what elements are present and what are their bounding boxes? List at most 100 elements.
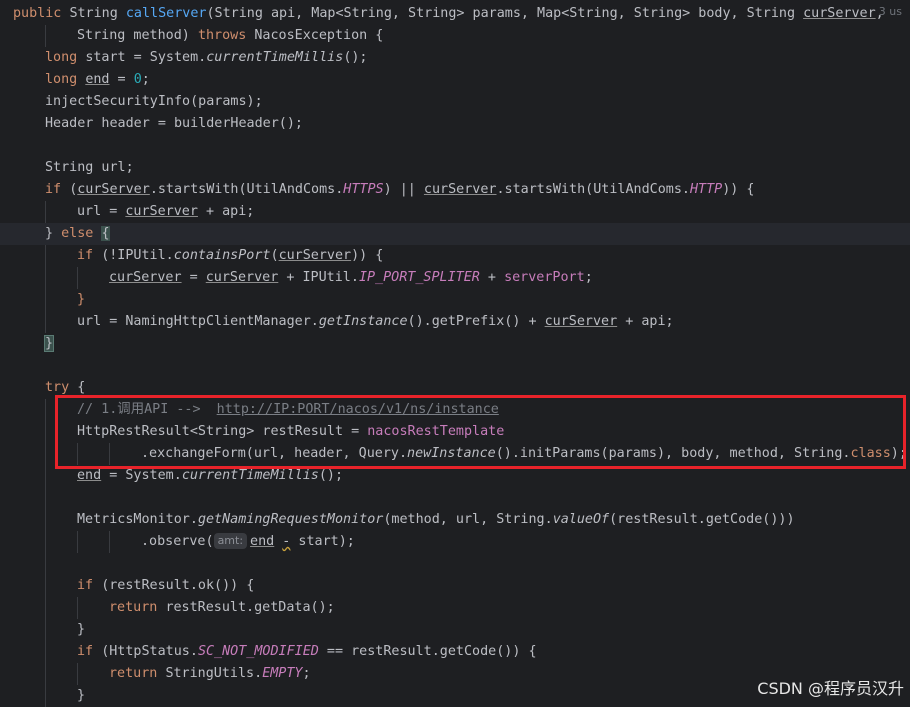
- code-token: start = System.: [85, 50, 207, 65]
- code-token: NacosException {: [254, 28, 384, 43]
- code-token: Header header = builderHeader();: [45, 116, 303, 131]
- code-text: long end = 0;: [45, 69, 150, 91]
- code-token: ;: [302, 666, 311, 681]
- code-token: if: [77, 644, 102, 659]
- code-token: ) ||: [383, 182, 424, 197]
- code-token: ;: [584, 270, 593, 285]
- code-token: currentTimeMillis: [181, 468, 319, 483]
- code-token: }: [45, 226, 62, 241]
- code-text: url = curServer + api;: [77, 201, 254, 223]
- code-line[interactable]: curServer = curServer + IPUtil.IP_PORT_S…: [0, 267, 910, 289]
- code-line[interactable]: String method) throws NacosException {: [0, 25, 910, 47]
- code-line[interactable]: public String callServer(String api, Map…: [0, 3, 910, 25]
- code-line[interactable]: long start = System.currentTimeMillis();: [0, 47, 910, 69]
- indent-guide: [45, 553, 46, 575]
- code-token: curServer: [544, 314, 618, 329]
- code-line[interactable]: }: [0, 333, 910, 355]
- code-text: url = NamingHttpClientManager.getInstanc…: [77, 311, 674, 333]
- indent-guide: [45, 25, 46, 47]
- code-token: end: [85, 72, 110, 87]
- code-token: (!IPUtil.: [101, 248, 174, 263]
- code-text: injectSecurityInfo(params);: [45, 91, 263, 113]
- indent-guide: [77, 663, 78, 685]
- code-line[interactable]: if (curServer.startsWith(UtilAndComs.HTT…: [0, 179, 910, 201]
- code-token: valueOf: [552, 512, 610, 527]
- code-token: if: [77, 248, 102, 263]
- code-token: callServer: [125, 6, 207, 21]
- code-token: injectSecurityInfo(params);: [45, 94, 263, 109]
- usages-hint[interactable]: 3 us: [879, 5, 902, 18]
- code-token: HTTPS: [343, 182, 384, 197]
- code-token: public: [13, 6, 70, 21]
- code-token: IP_PORT_SPLITER: [358, 270, 480, 285]
- indent-guide: [45, 619, 46, 641]
- code-line[interactable]: Header header = builderHeader();: [0, 113, 910, 135]
- code-text: if (HttpStatus.SC_NOT_MODIFIED == restRe…: [77, 641, 537, 663]
- indent-guide: [77, 597, 78, 619]
- code-token: long: [45, 72, 86, 87]
- indent-guide: [45, 421, 46, 443]
- code-line[interactable]: }: [0, 289, 910, 311]
- indent-guide: [45, 597, 46, 619]
- code-line[interactable]: [0, 355, 910, 377]
- code-line[interactable]: }: [0, 619, 910, 641]
- code-line[interactable]: [0, 553, 910, 575]
- code-token: url =: [77, 204, 126, 219]
- indent-guide: [45, 311, 46, 333]
- code-token: getNamingRequestMonitor: [197, 512, 384, 527]
- code-text: String method) throws NacosException {: [77, 25, 383, 47]
- code-token: String: [69, 6, 126, 21]
- code-token: (restResult.getCode())): [609, 512, 795, 527]
- code-token: containsPort: [173, 248, 271, 263]
- code-text: String url;: [45, 157, 134, 179]
- code-token: SC_NOT_MODIFIED: [197, 644, 319, 659]
- indent-guide: [45, 201, 46, 223]
- code-token: (: [270, 248, 279, 263]
- indent-guide: [45, 267, 46, 289]
- code-token: + IPUtil.: [278, 270, 359, 285]
- code-token: )) {: [722, 182, 755, 197]
- code-line[interactable]: injectSecurityInfo(params);: [0, 91, 910, 113]
- code-line[interactable]: url = curServer + api;: [0, 201, 910, 223]
- code-token: (method, url, String.: [383, 512, 553, 527]
- indent-guide: [45, 641, 46, 663]
- indent-guide: [45, 245, 46, 267]
- code-line[interactable]: [0, 135, 910, 157]
- code-line[interactable]: } else {: [0, 223, 910, 245]
- code-line[interactable]: [0, 487, 910, 509]
- code-token: ();: [318, 468, 344, 483]
- code-token: StringUtils.: [165, 666, 263, 681]
- indent-guide: [45, 509, 46, 531]
- code-token: return: [109, 600, 166, 615]
- code-token: .observe(: [141, 534, 214, 549]
- code-token: .startsWith(UtilAndComs.: [149, 182, 344, 197]
- code-text: }: [77, 289, 85, 311]
- indent-guide: [45, 289, 46, 311]
- parameter-hint: amt:: [213, 533, 248, 549]
- code-token: 0: [133, 72, 142, 87]
- indent-guide: [45, 685, 46, 707]
- code-line[interactable]: return restResult.getData();: [0, 597, 910, 619]
- code-line[interactable]: if (!IPUtil.containsPort(curServer)) {: [0, 245, 910, 267]
- code-line[interactable]: if (restResult.ok()) {: [0, 575, 910, 597]
- code-token: try: [45, 380, 78, 395]
- code-token: }: [77, 688, 86, 703]
- code-token: currentTimeMillis: [206, 50, 344, 65]
- code-line[interactable]: .observe(amt: end - start);: [0, 531, 910, 553]
- code-line[interactable]: url = NamingHttpClientManager.getInstanc…: [0, 311, 910, 333]
- code-editor[interactable]: public String callServer(String api, Map…: [0, 0, 910, 707]
- code-text: public String callServer(String api, Map…: [13, 3, 884, 25]
- code-token: + api;: [197, 204, 255, 219]
- code-line[interactable]: long end = 0;: [0, 69, 910, 91]
- code-token: {: [101, 226, 110, 241]
- indent-guide: [45, 443, 46, 465]
- code-text: }: [77, 685, 85, 707]
- code-line[interactable]: String url;: [0, 157, 910, 179]
- code-text: }: [43, 333, 55, 355]
- code-token: (String api, Map<String, String> params,…: [206, 6, 804, 21]
- code-token: long: [45, 50, 86, 65]
- code-token: curServer: [803, 6, 876, 21]
- code-line[interactable]: if (HttpStatus.SC_NOT_MODIFIED == restRe…: [0, 641, 910, 663]
- code-line[interactable]: MetricsMonitor.getNamingRequestMonitor(m…: [0, 509, 910, 531]
- code-token: start);: [290, 534, 355, 549]
